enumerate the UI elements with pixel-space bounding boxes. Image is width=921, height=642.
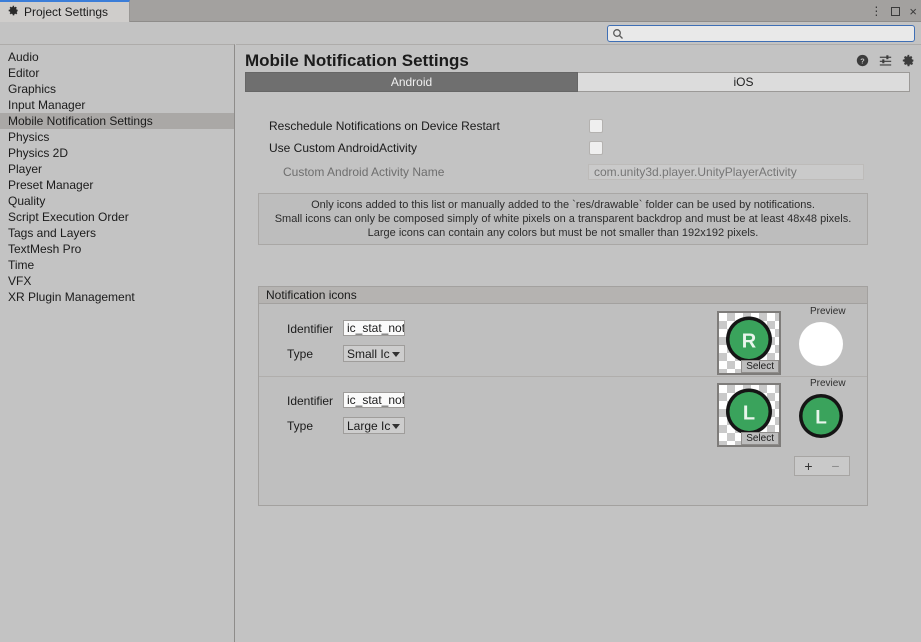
notification-icons-group-body: Identifier ic_stat_not Type Small Ic R S… [258, 304, 868, 506]
window-controls: ⋮ × [870, 0, 917, 22]
icon-type-dropdown[interactable]: Small Ic [343, 345, 405, 362]
help-icon[interactable]: ? [856, 54, 869, 67]
svg-text:L: L [815, 408, 827, 429]
preview-label: Preview [810, 306, 846, 317]
gear-icon [8, 5, 19, 19]
sidebar-item-quality[interactable]: Quality [0, 193, 234, 209]
chevron-down-icon [392, 352, 400, 357]
sidebar-item-textmesh-pro[interactable]: TextMesh Pro [0, 241, 234, 257]
search-icon [611, 27, 625, 41]
sidebar-item-vfx[interactable]: VFX [0, 273, 234, 289]
helpbox-line-2: Small icons can only be composed simply … [274, 212, 852, 225]
select-button[interactable]: Select [741, 360, 779, 373]
setting-row-reschedule: Reschedule Notifications on Device Resta… [236, 117, 921, 137]
select-button[interactable]: Select [741, 432, 779, 445]
gear-icon[interactable] [902, 54, 915, 67]
sidebar-item-preset-manager[interactable]: Preset Manager [0, 177, 234, 193]
identifier-label: Identifier [287, 322, 334, 336]
maximize-icon[interactable] [891, 6, 901, 16]
info-helpbox: Only icons added to this list or manuall… [258, 193, 868, 245]
sidebar-item-physics-2d[interactable]: Physics 2D [0, 145, 234, 161]
sidebar-item-tags-and-layers[interactable]: Tags and Layers [0, 225, 234, 241]
svg-text:R: R [742, 330, 757, 352]
preview-label: Preview [810, 378, 846, 389]
settings-main-panel: Mobile Notification Settings ? Android i… [236, 44, 921, 642]
preset-icon[interactable] [879, 54, 892, 67]
icon-preview-image [795, 318, 847, 373]
sidebar-item-time[interactable]: Time [0, 257, 234, 273]
notification-icon-entry: Identifier ic_stat_not Type Small Ic R S… [259, 304, 867, 376]
tab-android[interactable]: Android [245, 72, 578, 92]
sidebar-item-xr-plugin-management[interactable]: XR Plugin Management [0, 289, 234, 305]
sidebar-item-mobile-notification-settings[interactable]: Mobile Notification Settings [0, 113, 234, 129]
window-tab-label: Project Settings [24, 5, 109, 19]
platform-tabs[interactable]: Android iOS [245, 72, 910, 92]
use-custom-android-activity-checkbox[interactable] [589, 141, 603, 155]
sidebar-item-editor[interactable]: Editor [0, 65, 234, 81]
svg-text:L: L [743, 402, 755, 424]
setting-label-custom-activity: Use Custom AndroidActivity [269, 141, 418, 155]
sidebar-item-input-manager[interactable]: Input Manager [0, 97, 234, 113]
toolbar [0, 22, 921, 44]
settings-sidebar[interactable]: Audio Editor Graphics Input Manager Mobi… [0, 44, 235, 642]
window-tab-project-settings[interactable]: Project Settings [0, 0, 130, 22]
setting-row-activity-name: Custom Android Activity Name com.unity3d… [236, 163, 921, 183]
sidebar-item-graphics[interactable]: Graphics [0, 81, 234, 97]
setting-label-activity-name: Custom Android Activity Name [283, 165, 445, 179]
icon-object-picker[interactable]: L Select [717, 383, 781, 447]
identifier-input[interactable]: ic_stat_not [343, 392, 405, 408]
notification-icon-entry: Identifier ic_stat_not Type Large Ic L S… [259, 376, 867, 504]
search-input[interactable] [625, 27, 902, 40]
icon-object-picker[interactable]: R Select [717, 311, 781, 375]
icon-type-dropdown[interactable]: Large Ic [343, 417, 405, 434]
close-icon[interactable]: × [909, 5, 917, 18]
helpbox-line-3: Large icons can contain any colors but m… [367, 226, 759, 239]
remove-icon-button[interactable]: − [822, 457, 849, 475]
icon-type-value: Small Ic [347, 346, 390, 361]
search-field[interactable] [607, 25, 915, 42]
type-label: Type [287, 419, 314, 433]
svg-text:?: ? [860, 56, 865, 65]
setting-label-reschedule: Reschedule Notifications on Device Resta… [269, 119, 500, 133]
setting-row-custom-activity: Use Custom AndroidActivity [236, 139, 921, 159]
notification-icons-group-header: Notification icons [258, 286, 868, 304]
panel-header-icons: ? [856, 54, 915, 67]
identifier-label: Identifier [287, 394, 334, 408]
type-label: Type [287, 347, 314, 361]
identifier-input[interactable]: ic_stat_not [343, 320, 405, 336]
page-title: Mobile Notification Settings [245, 51, 469, 70]
sidebar-item-audio[interactable]: Audio [0, 49, 234, 65]
add-icon-button[interactable]: + [795, 457, 822, 475]
kebab-menu-icon[interactable]: ⋮ [870, 5, 882, 17]
icon-type-value: Large Ic [347, 418, 391, 433]
helpbox-line-1: Only icons added to this list or manuall… [311, 198, 815, 211]
icon-preview-image: L [795, 390, 847, 445]
add-remove-buttons[interactable]: + − [794, 456, 850, 476]
tab-ios[interactable]: iOS [578, 72, 910, 92]
sidebar-item-script-execution-order[interactable]: Script Execution Order [0, 209, 234, 225]
window-titlebar: Project Settings ⋮ × [0, 0, 921, 22]
custom-android-activity-name-input[interactable]: com.unity3d.player.UnityPlayerActivity [588, 164, 864, 180]
reschedule-notifications-checkbox[interactable] [589, 119, 603, 133]
sidebar-item-player[interactable]: Player [0, 161, 234, 177]
chevron-down-icon [392, 424, 400, 429]
sidebar-item-physics[interactable]: Physics [0, 129, 234, 145]
